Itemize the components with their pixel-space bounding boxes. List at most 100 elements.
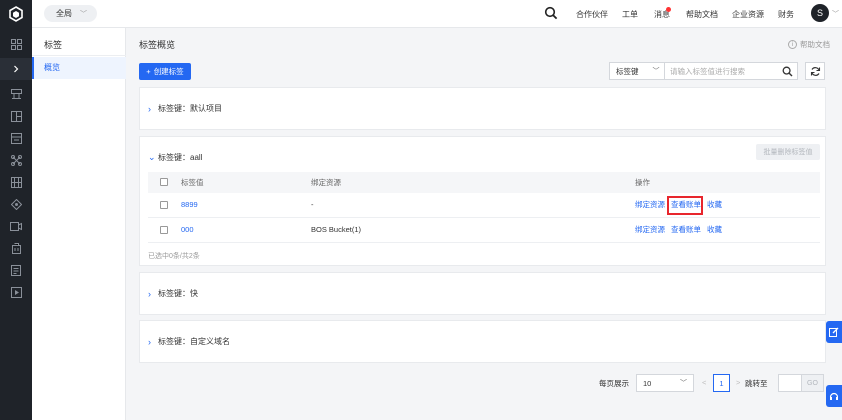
logo-icon[interactable]: [0, 0, 32, 28]
region-label: 全局: [56, 9, 72, 18]
go-button[interactable]: GO: [802, 374, 824, 392]
tag-key-panel-default: › 标签键：默认项目: [139, 87, 826, 130]
expand-sidebar-button[interactable]: [0, 58, 32, 80]
left-rail: [0, 0, 32, 420]
sidebar-item-overview[interactable]: 概览: [32, 57, 126, 79]
top-header: 全局 ﹀ 合作伙伴 工单 消息 帮助文档 企业资源 财务 S ﹀: [32, 0, 842, 28]
feedback-button[interactable]: [826, 321, 842, 343]
database-icon[interactable]: [8, 174, 24, 190]
headset-icon: [829, 392, 839, 400]
favorite-link[interactable]: 收藏: [707, 218, 722, 242]
bind-resource-link[interactable]: 绑定资源: [635, 193, 665, 217]
chevron-down-icon: ﹀: [680, 380, 687, 387]
nav-finance[interactable]: 财务: [778, 9, 794, 20]
bound-resource: -: [311, 200, 314, 209]
row-checkbox[interactable]: [160, 201, 168, 209]
chevron-down-icon[interactable]: ﹀: [832, 9, 839, 19]
tag-value-link[interactable]: 000: [181, 218, 194, 242]
current-page[interactable]: 1: [713, 374, 730, 392]
cluster-icon[interactable]: [8, 196, 24, 212]
refresh-button[interactable]: [805, 62, 825, 80]
avatar[interactable]: S: [811, 4, 829, 22]
selection-count: 已选中0条/共2条: [148, 253, 200, 260]
panel-header[interactable]: › 标签键：自定义域名: [148, 336, 230, 347]
chevron-right-icon: [14, 65, 19, 73]
nav-partners[interactable]: 合作伙伴: [576, 9, 608, 20]
grid-icon[interactable]: [8, 36, 24, 52]
view-bill-link[interactable]: 查看账单: [671, 218, 701, 242]
chevron-right-icon: ›: [148, 103, 151, 114]
tag-value-link[interactable]: 8899: [181, 193, 198, 217]
panel-title: 标签键：默认项目: [158, 104, 222, 113]
bind-resource-link[interactable]: 绑定资源: [635, 218, 665, 242]
highlight-box: [667, 196, 703, 215]
table-header: 标签值 绑定资源 操作: [148, 172, 820, 193]
search-field-select[interactable]: 标签键 ﹀: [609, 62, 665, 80]
video-icon[interactable]: [8, 218, 24, 234]
column-header-actions: 操作: [635, 178, 650, 187]
batch-delete-button[interactable]: 批量删除标签值: [756, 144, 820, 160]
table-row: 000 BOS Bucket(1) 绑定资源 查看账单 收藏: [148, 218, 820, 243]
report-icon[interactable]: [8, 262, 24, 278]
panel-header[interactable]: › 标签键：快: [148, 288, 198, 299]
tag-key-panel-kuai: › 标签键：快: [139, 272, 826, 315]
column-header-resource: 绑定资源: [311, 178, 341, 187]
plus-icon: +: [146, 67, 151, 76]
page-title: 标签概览: [139, 40, 176, 50]
per-page-value: 10: [643, 378, 652, 388]
chevron-right-icon: ›: [148, 288, 151, 299]
secondary-sidebar: 标签 概览: [32, 28, 126, 420]
region-selector[interactable]: 全局 ﹀: [44, 5, 97, 22]
nav-tickets[interactable]: 工单: [622, 9, 638, 20]
row-checkbox[interactable]: [160, 226, 168, 234]
tag-value-table: 标签值 绑定资源 操作 8899 - 绑定资源 查看账单 收藏 000 BOS …: [148, 172, 820, 243]
sidebar-title: 标签: [44, 40, 63, 50]
help-docs-link[interactable]: i 帮助文档: [788, 39, 830, 50]
panel-title: 标签键：aall: [158, 153, 203, 162]
nav-enterprise[interactable]: 企业资源: [732, 9, 764, 20]
building-icon[interactable]: [8, 240, 24, 256]
server-icon[interactable]: [8, 86, 24, 102]
prev-page-button[interactable]: <: [702, 378, 706, 387]
search-field-label: 标签键: [616, 66, 639, 76]
panel-header[interactable]: › 标签键：默认项目: [148, 103, 222, 114]
nav-help-docs[interactable]: 帮助文档: [686, 9, 718, 20]
per-page-select[interactable]: 10 ﹀: [636, 374, 694, 392]
chevron-right-icon: ›: [148, 336, 151, 347]
panel-header[interactable]: ⌄ 标签键：aall: [148, 152, 202, 163]
select-all-checkbox[interactable]: [160, 178, 168, 186]
per-page-label: 每页展示: [599, 379, 629, 388]
jump-to-label: 跳转至: [745, 379, 768, 388]
message-badge: [666, 7, 671, 12]
favorite-link[interactable]: 收藏: [707, 193, 722, 217]
layout-icon[interactable]: [8, 108, 24, 124]
info-icon: i: [788, 40, 797, 49]
chevron-down-icon: ﹀: [80, 10, 87, 18]
panel-title: 标签键：快: [158, 289, 198, 298]
search-icon[interactable]: [544, 6, 558, 20]
bound-resource: BOS Bucket(1): [311, 225, 362, 234]
help-docs-label: 帮助文档: [800, 40, 830, 49]
support-button[interactable]: [826, 385, 842, 407]
create-tag-button[interactable]: + 创建标签: [139, 63, 191, 80]
panel-title: 标签键：自定义域名: [158, 337, 230, 346]
search-icon[interactable]: [782, 66, 793, 77]
chevron-down-icon: ﹀: [652, 68, 660, 75]
jump-page-input[interactable]: [778, 374, 802, 392]
refresh-icon: [810, 66, 820, 76]
main-content: 标签概览 i 帮助文档 + 创建标签 标签键 ﹀ 请输入标签值进行搜索 › 标签…: [126, 28, 842, 420]
tag-key-panel-custom-domain: › 标签键：自定义域名: [139, 320, 826, 363]
play-icon[interactable]: [8, 284, 24, 300]
chevron-down-icon: ⌄: [148, 152, 156, 162]
table-row: 8899 - 绑定资源 查看账单 收藏: [148, 193, 820, 218]
search-placeholder: 请输入标签值进行搜索: [670, 66, 745, 76]
sidebar-divider: [32, 55, 126, 56]
network-icon[interactable]: [8, 152, 24, 168]
tag-key-panel-aall: ⌄ 标签键：aall 批量删除标签值 标签值 绑定资源 操作 8899 - 绑定…: [139, 136, 826, 266]
create-tag-label: 创建标签: [153, 67, 184, 76]
tag-value-search-input[interactable]: 请输入标签值进行搜索: [664, 62, 798, 80]
storage-icon[interactable]: [8, 130, 24, 146]
column-header-value: 标签值: [181, 178, 204, 187]
next-page-button[interactable]: >: [736, 378, 740, 387]
edit-icon: [829, 327, 839, 337]
